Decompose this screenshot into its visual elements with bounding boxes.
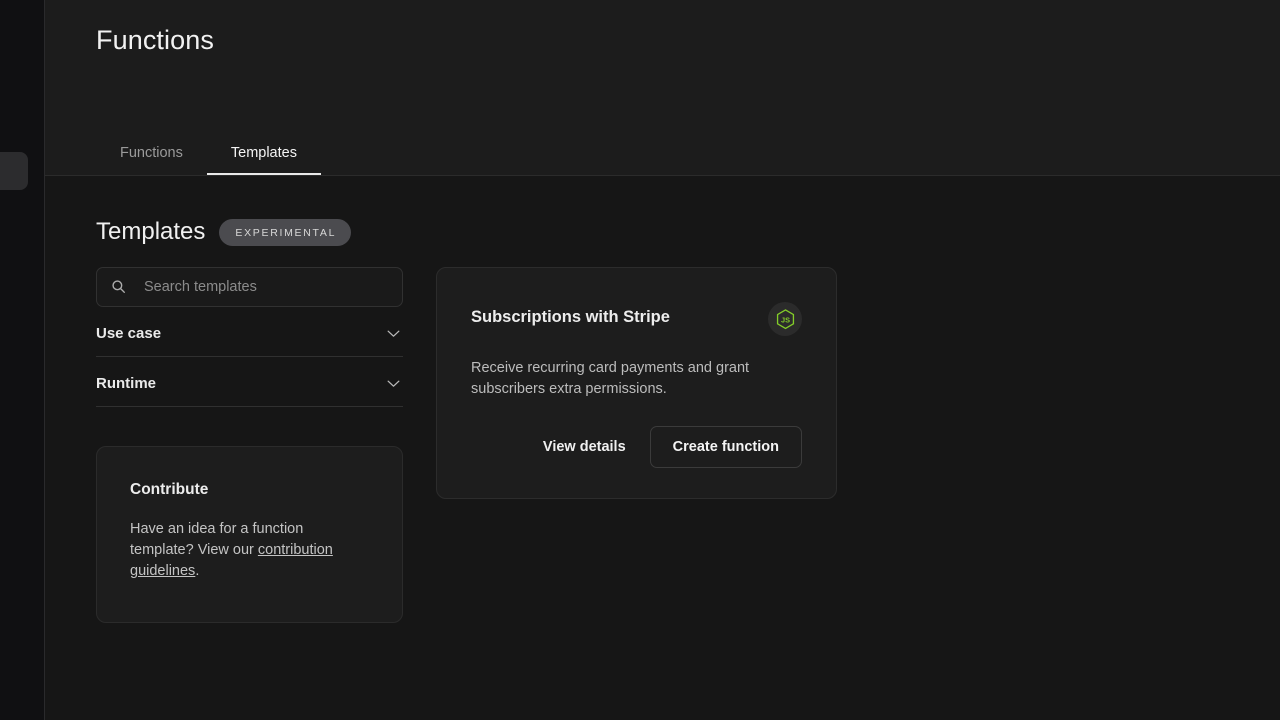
- experimental-badge: EXPERIMENTAL: [219, 219, 351, 246]
- sidebar-toggle-handle[interactable]: [0, 152, 28, 190]
- contribute-text: Have an idea for a function template? Vi…: [130, 519, 369, 582]
- section-title: Templates: [96, 218, 205, 246]
- chevron-down-icon: [387, 330, 400, 338]
- app-window: Functions Functions Templates Templates …: [0, 0, 1280, 720]
- nodejs-icon: JS: [776, 309, 795, 330]
- page-title: Functions: [96, 25, 214, 56]
- search-templates-box[interactable]: [96, 267, 403, 307]
- template-card-header: Subscriptions with Stripe JS: [471, 302, 802, 336]
- template-card-actions: View details Create function: [539, 426, 802, 468]
- content-columns: Use case Runtime Contribute Have an: [96, 267, 1280, 623]
- left-rail: [0, 0, 45, 720]
- filter-runtime-label: Runtime: [96, 375, 156, 392]
- search-input[interactable]: [97, 268, 402, 306]
- chevron-down-icon: [387, 380, 400, 388]
- template-card[interactable]: Subscriptions with Stripe JS Receive rec…: [436, 267, 837, 499]
- tab-bar: Functions Templates: [96, 135, 321, 175]
- filter-use-case[interactable]: Use case: [96, 307, 403, 357]
- contribute-card: Contribute Have an idea for a function t…: [96, 446, 403, 623]
- tab-functions[interactable]: Functions: [96, 135, 207, 175]
- view-details-button[interactable]: View details: [539, 429, 630, 465]
- filter-use-case-label: Use case: [96, 325, 161, 342]
- tab-templates[interactable]: Templates: [207, 135, 321, 175]
- template-card-title: Subscriptions with Stripe: [471, 302, 670, 327]
- contribute-text-after: .: [195, 563, 199, 579]
- template-card-description: Receive recurring card payments and gran…: [471, 358, 801, 400]
- main-content: Templates EXPERIMENTAL Use case: [45, 176, 1280, 720]
- content-area: Functions Functions Templates Templates …: [45, 0, 1280, 720]
- template-list: Subscriptions with Stripe JS Receive rec…: [436, 267, 837, 623]
- page-header: Functions Functions Templates: [45, 0, 1280, 176]
- create-function-button[interactable]: Create function: [650, 426, 802, 468]
- svg-text:JS: JS: [780, 315, 789, 324]
- section-header: Templates EXPERIMENTAL: [96, 176, 1280, 246]
- runtime-badge: JS: [768, 302, 802, 336]
- contribute-title: Contribute: [130, 481, 369, 499]
- filter-runtime[interactable]: Runtime: [96, 357, 403, 407]
- filter-sidebar: Use case Runtime Contribute Have an: [96, 267, 403, 623]
- search-icon: [111, 279, 126, 294]
